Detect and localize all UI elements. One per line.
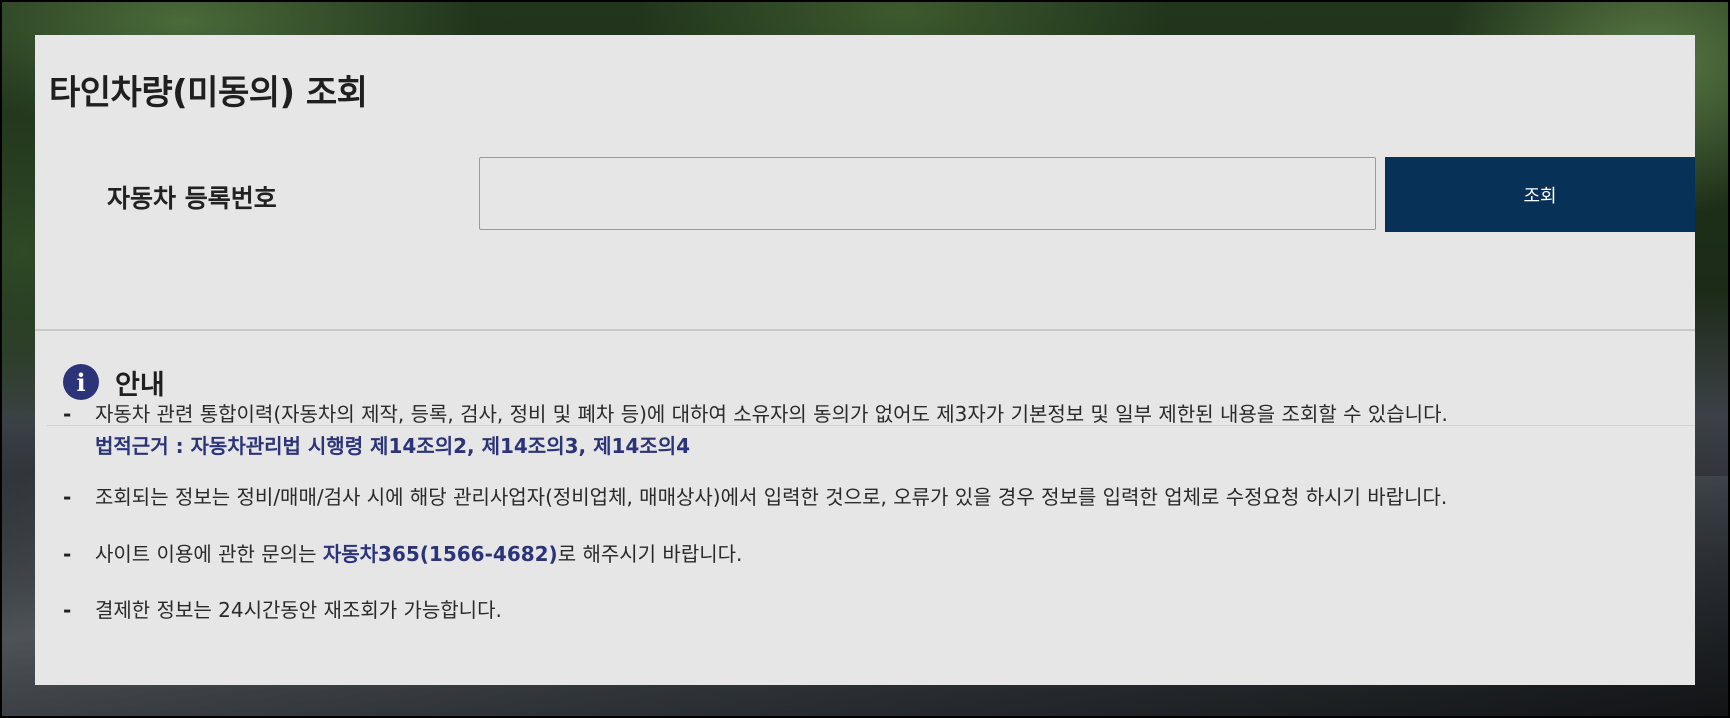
notice-item-text: 로 해주시기 바랍니다. (557, 542, 743, 566)
section-divider (35, 329, 1695, 331)
legal-basis-text: 자동차관리법 시행령 제14조의2, 제14조의3, 제14조의4 (190, 434, 691, 458)
notice-item-text: 조회되는 정보는 정비/매매/검사 시에 해당 관리사업자(정비업체, 매매상사… (95, 485, 1448, 509)
notice-item-text: 결제한 정보는 24시간동안 재조회가 가능합니다. (95, 598, 502, 622)
content-panel: 타인차량(미동의) 조회 자동차 등록번호 조회 i 안내 - 자동차 관련 통합… (35, 35, 1695, 685)
notice-item-text: 사이트 이용에 관한 문의는 (95, 542, 323, 566)
legal-basis-label: 법적근거 : (95, 434, 191, 458)
search-button[interactable]: 조회 (1385, 157, 1695, 232)
notice-item-data-source: - 조회되는 정보는 정비/매매/검사 시에 해당 관리사업자(정비업체, 매매상… (63, 479, 1447, 515)
dash-bullet: - (63, 598, 72, 622)
dash-bullet: - (63, 485, 72, 509)
registration-number-label: 자동차 등록번호 (107, 184, 277, 213)
notice-item-contact: - 사이트 이용에 관한 문의는 자동차365(1566-4682)로 해주시기 … (63, 536, 742, 572)
info-icon: i (63, 364, 99, 400)
legal-basis-line: 법적근거 : 자동차관리법 시행령 제14조의2, 제14조의3, 제14조의4 (63, 428, 1448, 464)
notice-item-legal-basis: - 자동차 관련 통합이력(자동차의 제작, 등록, 검사, 정비 및 폐차 등)… (63, 396, 1448, 464)
page-title: 타인차량(미동의) 조회 (49, 73, 368, 113)
registration-number-input[interactable] (479, 157, 1376, 230)
notice-item-requery: - 결제한 정보는 24시간동안 재조회가 가능합니다. (63, 592, 502, 628)
dash-bullet: - (63, 402, 72, 426)
contact-link[interactable]: 자동차365(1566-4682) (323, 542, 558, 566)
notice-item-text: 자동차 관련 통합이력(자동차의 제작, 등록, 검사, 정비 및 폐차 등)에… (95, 402, 1448, 426)
dash-bullet: - (63, 542, 72, 566)
browser-frame: 타인차량(미동의) 조회 자동차 등록번호 조회 i 안내 - 자동차 관련 통합… (0, 0, 1730, 718)
